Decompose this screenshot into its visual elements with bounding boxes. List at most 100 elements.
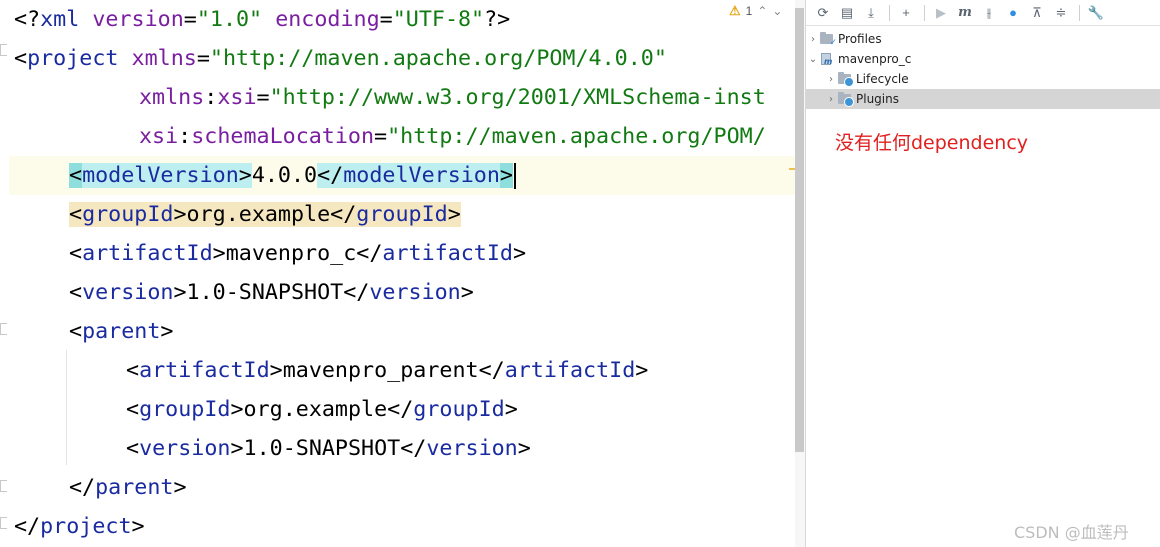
- chevron-down-icon[interactable]: ⌄: [772, 4, 782, 18]
- settings-wrench-icon[interactable]: 🔧: [1085, 2, 1107, 24]
- xml-attribute: xsi: [139, 124, 179, 149]
- code-token: :: [204, 85, 218, 110]
- refresh-icon[interactable]: ⟳: [812, 2, 834, 24]
- code-token: <: [126, 358, 140, 383]
- scrollbar-thumb[interactable]: [795, 8, 804, 452]
- fold-marker-parent-open[interactable]: [0, 323, 7, 335]
- code-token: 1.0-SNAPSHOT: [186, 280, 344, 305]
- toggle-offline-icon[interactable]: ⫲: [978, 2, 1000, 24]
- code-token: =: [379, 7, 393, 32]
- code-token: >: [173, 280, 187, 305]
- toolbar-separator: [1079, 4, 1080, 21]
- tree-item-label: mavenpro_c: [838, 52, 912, 66]
- lifecycle-folder-icon: [838, 72, 854, 87]
- code-token: >: [238, 163, 252, 188]
- code-line[interactable]: <artifactId>mavenpro_c</artifactId>: [14, 234, 526, 273]
- code-token: <: [126, 436, 140, 461]
- xml-string: "1.0": [196, 7, 263, 32]
- code-token: </: [69, 475, 96, 500]
- fold-marker-parent-close[interactable]: [0, 480, 7, 492]
- plus-icon[interactable]: +: [895, 2, 917, 24]
- inspection-widget[interactable]: ⚠ 1 ⌃ ⌄: [729, 2, 782, 20]
- code-line[interactable]: <modelVersion>4.0.0</modelVersion>: [14, 156, 516, 195]
- code-line[interactable]: <parent>: [14, 312, 173, 351]
- chevron-right-icon[interactable]: ›: [806, 34, 820, 45]
- code-line[interactable]: xmlns:xsi="http://www.w3.org/2001/XMLSch…: [14, 78, 766, 117]
- text-caret: [513, 163, 516, 189]
- expand-all-icon[interactable]: ≑: [1050, 2, 1072, 24]
- vertical-scrollbar[interactable]: [795, 0, 805, 547]
- chevron-down-icon[interactable]: ⌄: [806, 54, 820, 65]
- run-icon[interactable]: ▶: [930, 2, 952, 24]
- code-token: >: [230, 397, 244, 422]
- download-icon[interactable]: ⤓: [860, 2, 882, 24]
- xml-string: "UTF-8": [392, 7, 485, 32]
- chevron-up-icon[interactable]: ⌃: [757, 4, 767, 18]
- code-token: <: [126, 397, 140, 422]
- collapse-all-icon[interactable]: ⊼: [1026, 2, 1048, 24]
- xml-tag-name: groupId: [82, 202, 174, 227]
- code-token: >: [447, 202, 461, 227]
- code-token: >: [269, 358, 283, 383]
- skip-tests-icon[interactable]: ●: [1002, 2, 1024, 24]
- code-editor[interactable]: <?xml version="1.0" encoding="UTF-8"?> <…: [0, 0, 805, 547]
- maven-module-icon: m: [820, 53, 834, 66]
- xml-tag-name: version: [82, 280, 174, 305]
- xml-attribute: schemaLocation: [191, 124, 375, 149]
- fold-marker-project[interactable]: [0, 44, 7, 56]
- tree-item-label: Plugins: [856, 92, 899, 106]
- xml-tag-name: parent: [95, 475, 174, 500]
- xml-attribute: encoding: [275, 7, 380, 32]
- warning-icon: ⚠: [729, 3, 741, 18]
- chevron-right-icon[interactable]: ›: [824, 74, 838, 85]
- add-maven-project-icon[interactable]: ▤: [836, 2, 858, 24]
- tree-item-label: Profiles: [838, 32, 882, 46]
- code-line[interactable]: </parent>: [14, 468, 187, 507]
- code-line[interactable]: <version>1.0-SNAPSHOT</version>: [14, 429, 531, 468]
- code-token: >: [512, 241, 527, 266]
- code-line[interactable]: <artifactId>mavenpro_parent</artifactId>: [14, 351, 648, 390]
- code-token: 4.0.0: [251, 163, 318, 188]
- code-line[interactable]: xsi:schemaLocation="http://maven.apache.…: [14, 117, 766, 156]
- code-line[interactable]: <?xml version="1.0" encoding="UTF-8"?>: [14, 0, 510, 39]
- xml-tag-name: groupId: [413, 397, 505, 422]
- chevron-right-icon[interactable]: ›: [824, 94, 838, 105]
- xml-attribute: version: [92, 7, 184, 32]
- xml-tag-name: project: [40, 514, 132, 539]
- code-token: xml: [40, 7, 80, 32]
- code-token: :: [178, 124, 192, 149]
- code-token: <: [69, 241, 83, 266]
- xml-tag-name: artifactId: [139, 358, 270, 383]
- code-line[interactable]: </project>: [14, 507, 145, 546]
- code-token: >: [499, 163, 513, 188]
- xml-string: "http://www.w3.org/2001/XMLSchema-inst: [269, 85, 766, 110]
- code-line[interactable]: <project xmlns="http://maven.apache.org/…: [14, 39, 667, 78]
- xml-tag-name: project: [27, 46, 119, 71]
- code-token: </: [478, 358, 505, 383]
- tree-item-plugins[interactable]: › Plugins: [806, 89, 1160, 109]
- xml-tag-name: groupId: [139, 397, 231, 422]
- xml-tag-name: modelVersion: [82, 163, 239, 188]
- profiles-folder-icon: ✓: [820, 32, 837, 48]
- code-token: org.example: [186, 202, 331, 227]
- fold-marker-project-close[interactable]: [0, 517, 7, 529]
- code-token: =: [196, 46, 210, 71]
- tree-item-lifecycle[interactable]: › Lifecycle: [806, 69, 1160, 89]
- code-line[interactable]: <groupId>org.example</groupId>: [14, 195, 461, 234]
- tree-item-project[interactable]: ⌄ m mavenpro_c: [806, 49, 1160, 69]
- code-token: >: [212, 241, 226, 266]
- code-token: >: [517, 436, 531, 461]
- maven-toolbar: ⟳ ▤ ⤓ + ▶ m ⫲ ● ⊼ ≑ 🔧: [806, 0, 1160, 26]
- code-line[interactable]: <version>1.0-SNAPSHOT</version>: [14, 273, 474, 312]
- code-token: >: [131, 514, 145, 539]
- maven-goal-icon[interactable]: m: [954, 2, 976, 24]
- xml-tag-name: groupId: [356, 202, 448, 227]
- tree-item-profiles[interactable]: › ✓ Profiles: [806, 29, 1160, 49]
- code-token: mavenpro_parent: [282, 358, 479, 383]
- code-line[interactable]: <groupId>org.example</groupId>: [14, 390, 518, 429]
- code-token: ?>: [484, 7, 511, 32]
- xml-tag-name: artifactId: [504, 358, 636, 383]
